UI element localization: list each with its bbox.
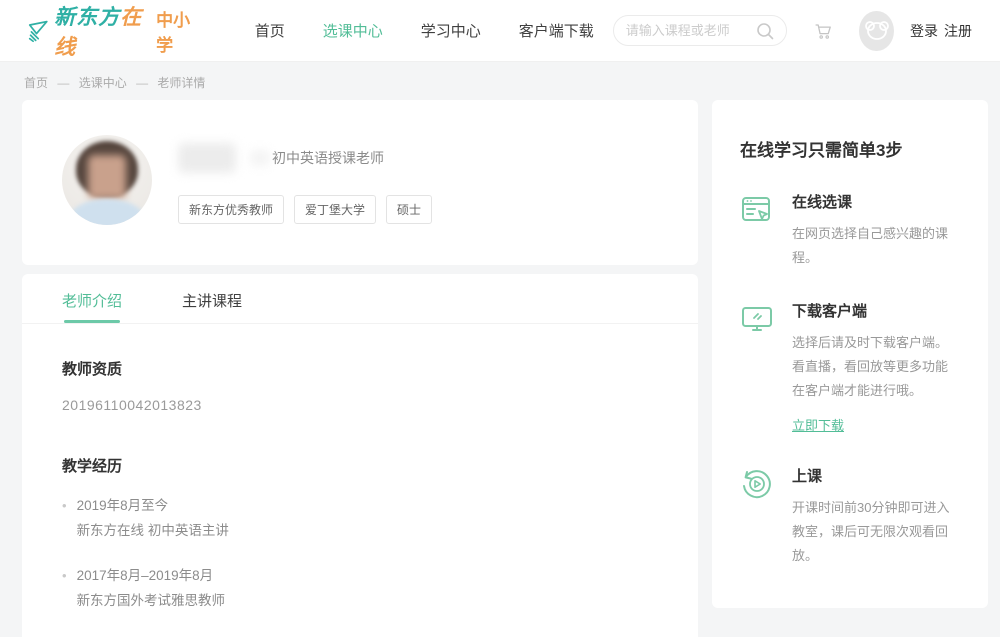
bullet-icon: • bbox=[62, 496, 67, 540]
search-box[interactable] bbox=[613, 15, 787, 46]
tab-main-courses[interactable]: 主讲课程 bbox=[182, 274, 242, 323]
tab-teacher-intro[interactable]: 老师介绍 bbox=[62, 274, 122, 323]
step-online-course-select: 在线选课 在网页选择自己感兴趣的课程。 bbox=[740, 191, 960, 270]
nav-item-client-download[interactable]: 客户端下载 bbox=[519, 20, 594, 41]
experience-heading: 教学经历 bbox=[62, 455, 658, 476]
step-download-client: 下载客户端 选择后请及时下载客户端。看直播，看回放等更多功能在客户端才能进行哦。… bbox=[740, 300, 960, 435]
site-logo[interactable]: 新东方在线 中小学 bbox=[28, 1, 200, 61]
teacher-name-redacted bbox=[250, 150, 270, 166]
experience-list: • 2019年8月至今 新东方在线 初中英语主讲 • 2017年8月–2019年… bbox=[62, 496, 658, 637]
logo-text: 新东方在线 bbox=[54, 1, 148, 61]
bullet-icon: • bbox=[62, 566, 67, 610]
experience-item: • 2017年8月–2019年8月 新东方国外考试雅思教师 bbox=[62, 566, 658, 610]
experience-role: 新东方国外考试雅思教师 bbox=[77, 591, 226, 610]
step-attend-class: 上课 开课时间前30分钟即可进入教室，课后可无限次观看回放。 bbox=[740, 465, 960, 568]
main-nav: 首页 选课中心 学习中心 客户端下载 bbox=[236, 20, 613, 41]
nav-item-study-center[interactable]: 学习中心 bbox=[421, 20, 481, 41]
course-select-icon bbox=[740, 193, 774, 227]
top-navbar: 新东方在线 中小学 首页 选课中心 学习中心 客户端下载 bbox=[0, 0, 1000, 62]
tag-degree: 硕士 bbox=[386, 195, 432, 224]
download-now-link[interactable]: 立即下载 bbox=[792, 415, 844, 434]
step-description: 开课时间前30分钟即可进入教室，课后可无限次观看回放。 bbox=[792, 496, 960, 568]
study-steps-panel: 在线学习只需简单3步 在线选课 在网页选择自己感兴趣的课程。 bbox=[712, 100, 988, 608]
teacher-title: 初中英语授课老师 bbox=[272, 148, 384, 168]
logo-product-label: 中小学 bbox=[156, 6, 200, 56]
profile-tabbar: 老师介绍 主讲课程 bbox=[22, 274, 698, 324]
step-title: 在线选课 bbox=[792, 191, 960, 212]
step-description: 在网页选择自己感兴趣的课程。 bbox=[792, 222, 960, 270]
experience-item: • 2019年8月至今 新东方在线 初中英语主讲 bbox=[62, 496, 658, 540]
breadcrumb-separator: — bbox=[136, 76, 148, 90]
experience-role: 新东方在线 初中英语主讲 bbox=[77, 521, 229, 540]
step-title: 下载客户端 bbox=[792, 300, 960, 321]
breadcrumb-separator: — bbox=[57, 76, 69, 90]
register-link[interactable]: 注册 bbox=[944, 23, 972, 39]
koala-face-icon bbox=[864, 18, 890, 44]
qualification-number: 20196110042013823 bbox=[62, 397, 658, 413]
user-avatar[interactable] bbox=[859, 11, 894, 51]
nav-item-home[interactable]: 首页 bbox=[255, 20, 285, 41]
search-icon[interactable] bbox=[756, 22, 774, 40]
nav-item-course-center[interactable]: 选课中心 bbox=[323, 20, 383, 41]
teacher-photo bbox=[62, 135, 152, 225]
login-link[interactable]: 登录 bbox=[910, 23, 938, 39]
experience-period: 2017年8月–2019年8月 bbox=[77, 566, 226, 585]
tag-university: 爱丁堡大学 bbox=[294, 195, 376, 224]
paper-plane-logo-icon bbox=[28, 18, 50, 44]
qualification-heading: 教师资质 bbox=[62, 358, 658, 379]
teacher-profile-card: 老师介绍 主讲课程 教师资质 20196110042013823 教学经历 • … bbox=[22, 274, 698, 637]
download-client-icon bbox=[740, 302, 774, 336]
teacher-detail-page: 新东方在线 中小学 首页 选课中心 学习中心 客户端下载 bbox=[0, 0, 1000, 637]
teacher-tags: 新东方优秀教师 爱丁堡大学 硕士 bbox=[178, 195, 442, 224]
breadcrumb-course-center[interactable]: 选课中心 bbox=[79, 76, 127, 90]
auth-links: 登录注册 bbox=[904, 21, 972, 41]
search-input[interactable] bbox=[626, 23, 756, 38]
step-title: 上课 bbox=[792, 465, 960, 486]
attend-class-icon bbox=[740, 467, 774, 501]
experience-period: 2019年8月至今 bbox=[77, 496, 229, 515]
steps-panel-title: 在线学习只需简单3步 bbox=[740, 136, 960, 161]
shopping-cart-icon[interactable] bbox=[813, 19, 834, 43]
teacher-summary-card: 初中英语授课老师 新东方优秀教师 爱丁堡大学 硕士 bbox=[22, 100, 698, 265]
breadcrumb-teacher-detail: 老师详情 bbox=[157, 76, 205, 90]
teacher-name-redacted bbox=[178, 143, 236, 173]
breadcrumb-home[interactable]: 首页 bbox=[24, 76, 48, 90]
breadcrumb: 首页 — 选课中心 — 老师详情 bbox=[0, 62, 1000, 100]
step-description: 选择后请及时下载客户端。看直播，看回放等更多功能在客户端才能进行哦。 bbox=[792, 331, 960, 403]
tag-excellent-teacher: 新东方优秀教师 bbox=[178, 195, 284, 224]
